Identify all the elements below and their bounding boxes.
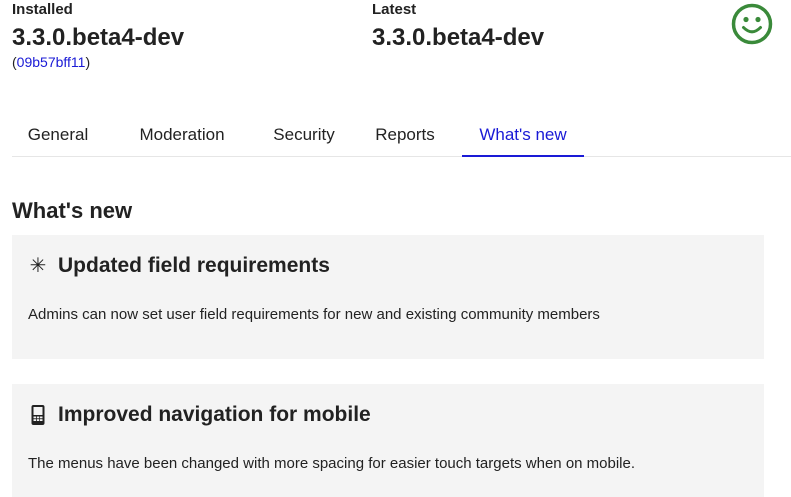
feature-card: Improved navigation for mobile The menus… — [12, 384, 764, 497]
installed-version: Installed 3.3.0.beta4-dev (09b57bff11) — [12, 0, 184, 71]
tab-security[interactable]: Security — [256, 115, 352, 146]
tab-general[interactable]: General — [12, 115, 104, 146]
feature-title-text: Improved navigation for mobile — [58, 403, 371, 426]
feature-card: ✳ Updated field requirements Admins can … — [12, 235, 764, 359]
latest-version-value: 3.3.0.beta4-dev — [372, 24, 545, 51]
installed-label: Installed — [12, 1, 73, 18]
tab-moderation[interactable]: Moderation — [114, 115, 250, 146]
mobile-phone-icon — [28, 404, 48, 426]
admin-dashboard: Installed 3.3.0.beta4-dev (09b57bff11) L… — [0, 0, 791, 497]
commit-hash-link[interactable]: 09b57bff11 — [17, 54, 86, 70]
feature-description: The menus have been changed with more sp… — [28, 455, 636, 472]
feature-title: ✳ Updated field requirements — [28, 253, 330, 279]
feature-description: Admins can now set user field requiremen… — [28, 306, 600, 323]
commit-close-paren: ) — [85, 54, 91, 70]
page-title: What's new — [12, 198, 133, 223]
feature-title: Improved navigation for mobile — [28, 402, 371, 428]
tab-reports[interactable]: Reports — [360, 115, 450, 146]
smiley-face-icon — [731, 3, 773, 45]
feature-title-text: Updated field requirements — [58, 254, 330, 277]
dashboard-tabs: General Moderation Security Reports What… — [12, 115, 791, 157]
commit-reference: (09b57bff11) — [12, 53, 184, 71]
installed-version-value: 3.3.0.beta4-dev — [12, 24, 185, 51]
asterisk-icon: ✳ — [29, 255, 47, 277]
latest-label: Latest — [372, 1, 417, 18]
latest-version: Latest 3.3.0.beta4-dev — [372, 0, 544, 52]
tab-whats-new[interactable]: What's new — [462, 115, 584, 157]
